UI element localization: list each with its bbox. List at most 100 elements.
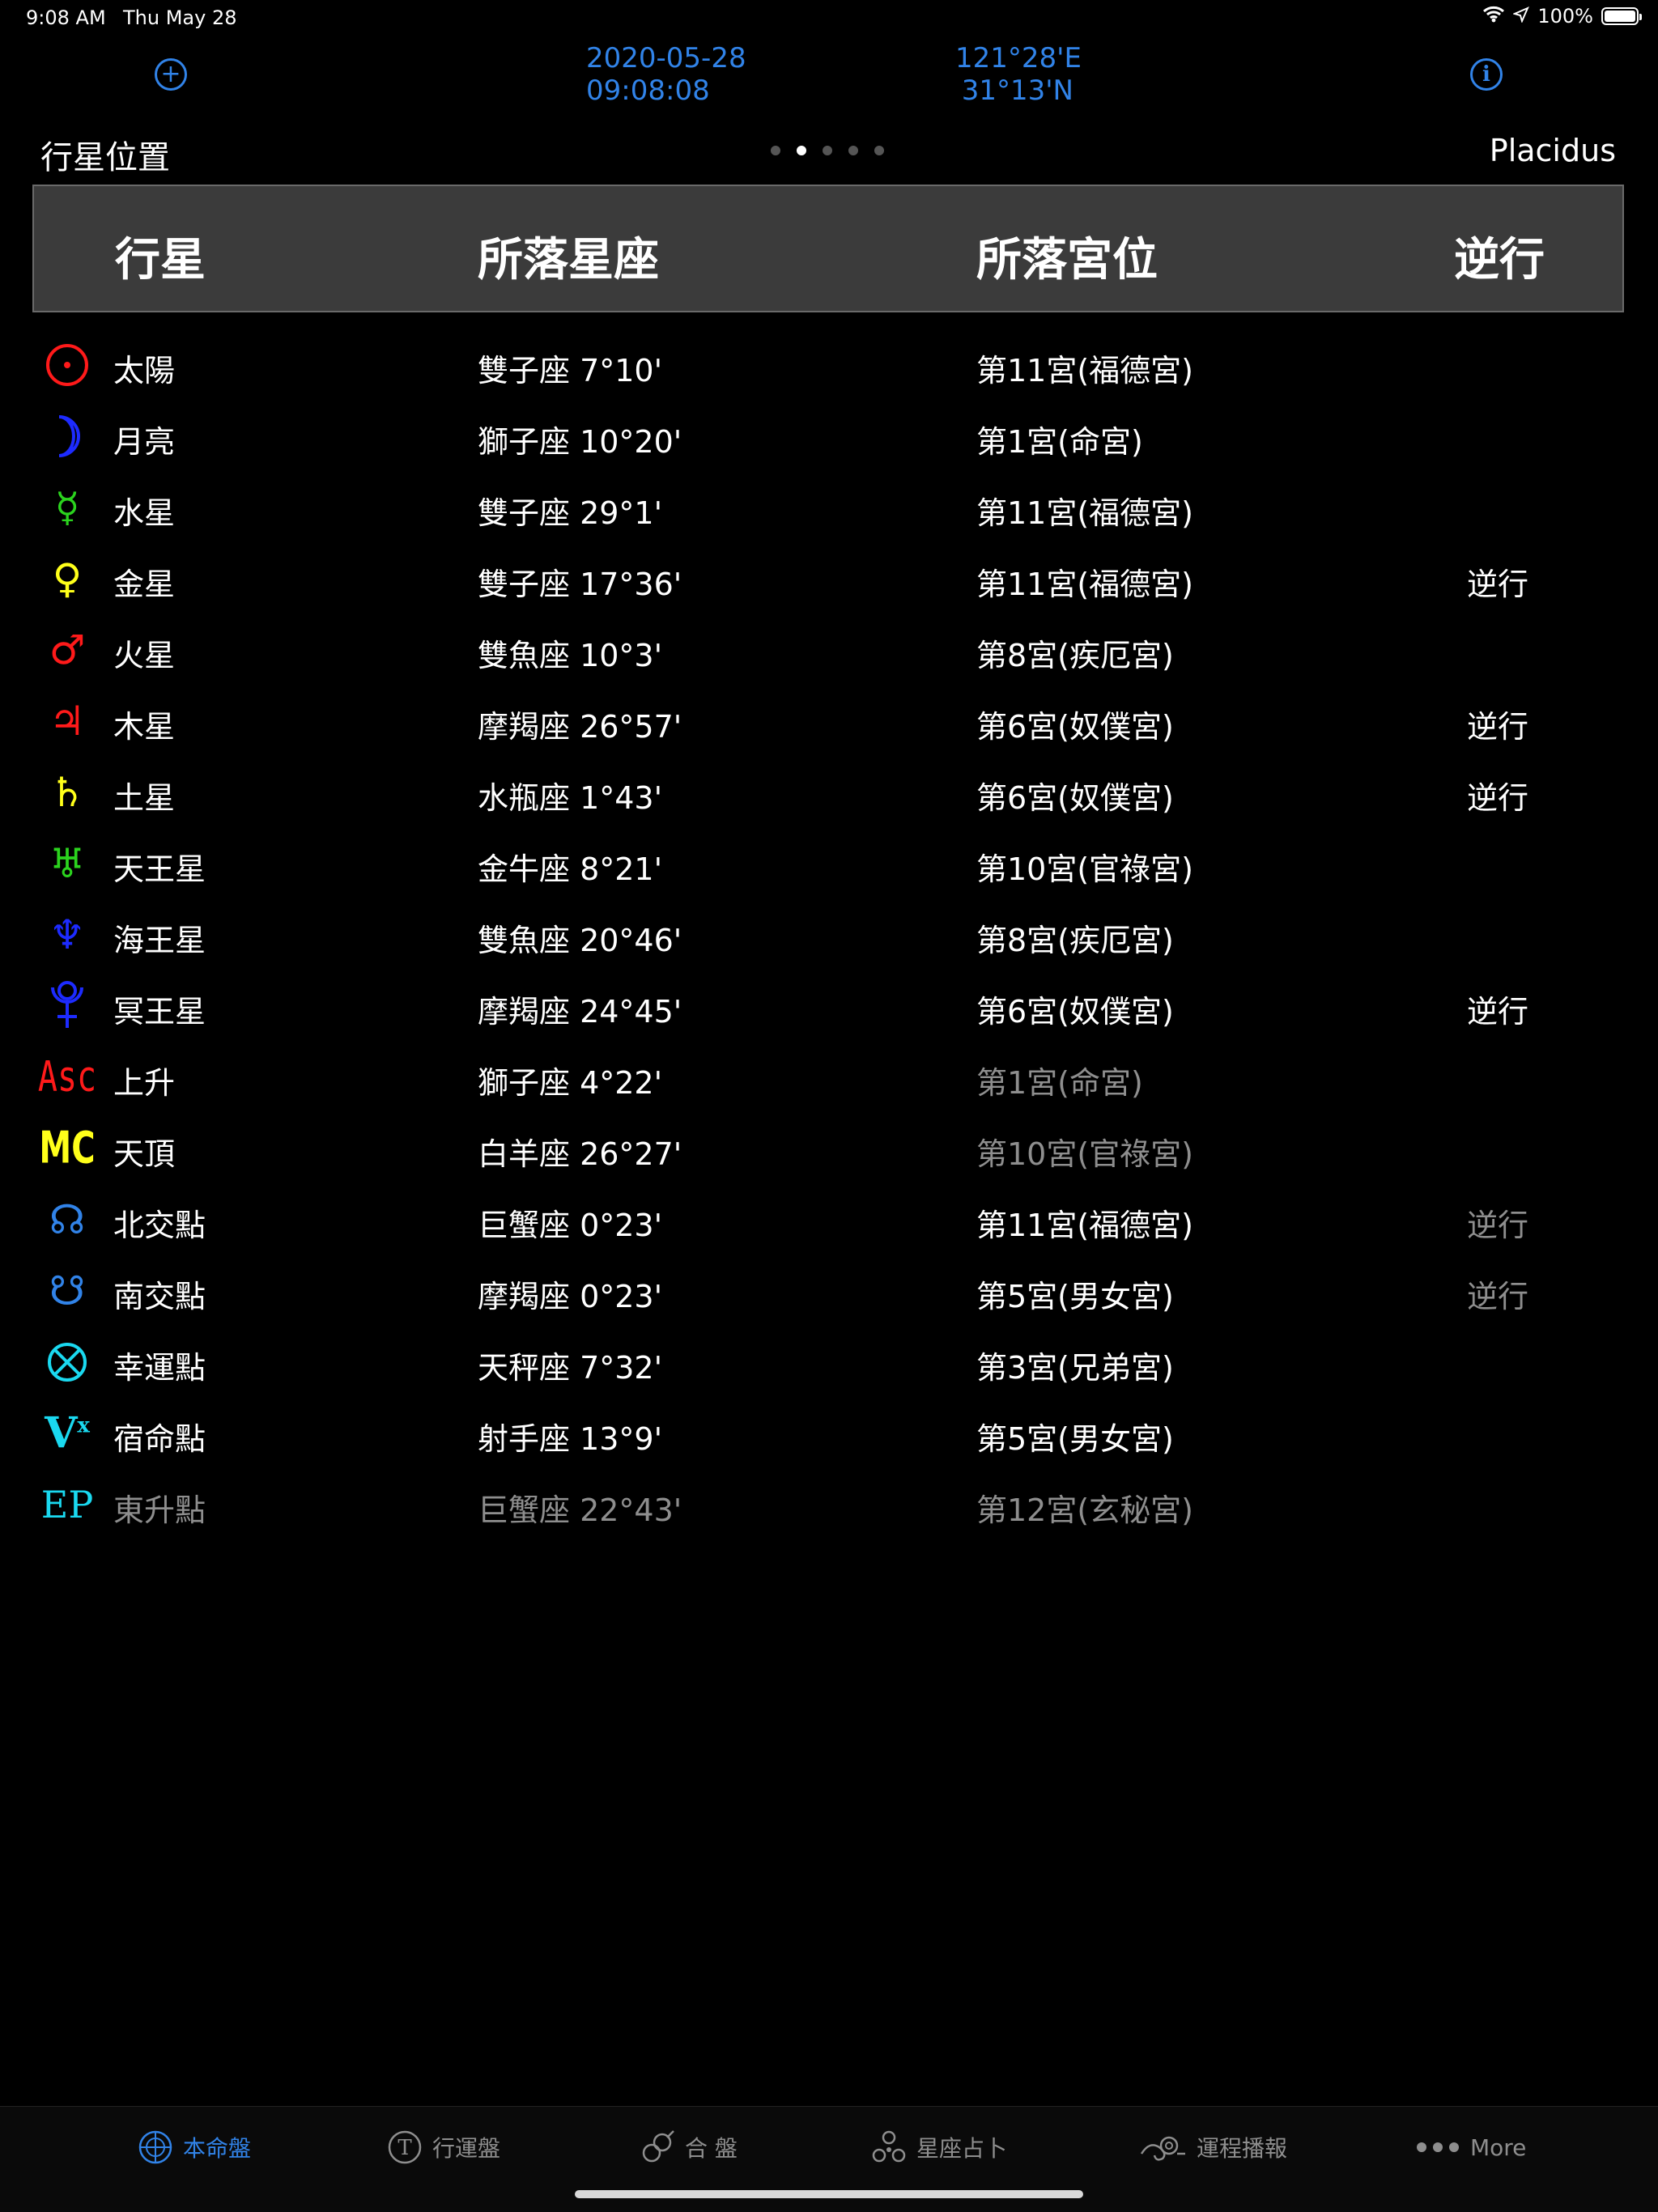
saturn-icon: ♄ bbox=[49, 769, 86, 816]
table-row[interactable]: ☿ 水星 雙子座 29°1' 第11宮(福德宮) bbox=[0, 472, 1658, 543]
tab-label: 星座占卜 bbox=[916, 2135, 1008, 2162]
planet-house: 第3宮(兄弟宮) bbox=[976, 1350, 1174, 1386]
planet-name: 冥王星 bbox=[113, 994, 206, 1030]
planet-name: 天頂 bbox=[113, 1136, 176, 1172]
planet-house: 第1宮(命宮) bbox=[976, 1065, 1143, 1101]
info-button[interactable]: i bbox=[1470, 58, 1503, 91]
tab-natal-chart[interactable]: 本命盤 bbox=[138, 2129, 251, 2165]
planet-retrograde: 逆行 bbox=[1467, 1208, 1529, 1243]
page-indicator[interactable] bbox=[771, 146, 884, 155]
page-dot[interactable] bbox=[823, 146, 832, 155]
chart-location[interactable]: 121°28'E 31°13'N bbox=[955, 42, 1082, 107]
page-dot-active[interactable] bbox=[797, 146, 806, 155]
planet-name: 海王星 bbox=[113, 923, 206, 958]
part-of-fortune-icon bbox=[39, 1327, 96, 1398]
vertex-symbol: Vx bbox=[45, 1412, 90, 1454]
add-button[interactable]: + bbox=[155, 58, 187, 91]
planet-sign: 雙子座 17°36' bbox=[478, 567, 682, 602]
table-row[interactable]: ♆ 海王星 雙魚座 20°46' 第8宮(疾厄宮) bbox=[0, 899, 1658, 970]
tab-label: 運程播報 bbox=[1197, 2135, 1288, 2162]
planet-house: 第6宮(奴僕宮) bbox=[976, 994, 1174, 1030]
planet-house: 第11宮(福德宮) bbox=[976, 567, 1194, 602]
table-row[interactable]: Vx 宿命點 射手座 13°9' 第5宮(男女宮) bbox=[0, 1398, 1658, 1469]
jupiter-icon: ♃ bbox=[49, 698, 86, 745]
table-row[interactable]: ♄ 土星 水瓶座 1°43' 第6宮(奴僕宮) 逆行 bbox=[0, 757, 1658, 828]
plus-icon: + bbox=[160, 60, 181, 88]
info-icon: i bbox=[1482, 62, 1490, 87]
planet-house: 第5宮(男女宮) bbox=[976, 1279, 1174, 1314]
table-row[interactable]: 月亮 獅子座 10°20' 第1宮(命宮) bbox=[0, 401, 1658, 472]
table-row[interactable]: MC 天頂 白羊座 26°27' 第10宮(官祿宮) bbox=[0, 1113, 1658, 1184]
planet-sign: 巨蟹座 0°23' bbox=[478, 1208, 663, 1243]
tab-fortune-report[interactable]: 運程播報 bbox=[1138, 2129, 1287, 2165]
ascendant-symbol: Asc bbox=[37, 1053, 97, 1102]
table-row[interactable]: ♅ 天王星 金牛座 8°21' 第10宮(官祿宮) bbox=[0, 828, 1658, 899]
table-row[interactable]: Asc 上升 獅子座 4°22' 第1宮(命宮) bbox=[0, 1042, 1658, 1113]
planet-house: 第10宮(官祿宮) bbox=[976, 851, 1194, 887]
chart-datetime[interactable]: 2020-05-28 09:08:08 bbox=[586, 42, 746, 107]
tab-label: 合 盤 bbox=[685, 2135, 738, 2162]
table-row[interactable]: ♃ 木星 摩羯座 26°57' 第6宮(奴僕宮) 逆行 bbox=[0, 686, 1658, 757]
chart-latitude: 31°13'N bbox=[961, 74, 1073, 107]
planet-name: 土星 bbox=[113, 780, 176, 816]
tab-label: More bbox=[1470, 2133, 1527, 2161]
page-dot[interactable] bbox=[771, 146, 780, 155]
planet-sign: 雙子座 7°10' bbox=[478, 353, 663, 388]
tab-more[interactable]: More bbox=[1415, 2129, 1526, 2165]
moon-icon bbox=[39, 401, 96, 472]
page-dot[interactable] bbox=[848, 146, 858, 155]
planet-sign: 摩羯座 26°57' bbox=[478, 709, 682, 745]
header-retrograde: 逆行 bbox=[1454, 234, 1545, 287]
status-date: Thu May 28 bbox=[123, 6, 237, 29]
planet-sign: 射手座 13°9' bbox=[478, 1421, 663, 1457]
header-house: 所落宮位 bbox=[976, 234, 1158, 287]
table-row[interactable]: ♂ 火星 雙魚座 10°3' 第8宮(疾厄宮) bbox=[0, 614, 1658, 686]
east-point-icon: EP bbox=[39, 1469, 96, 1540]
page-dot[interactable] bbox=[874, 146, 884, 155]
planet-house: 第8宮(疾厄宮) bbox=[976, 923, 1174, 958]
sun-icon bbox=[39, 329, 96, 401]
planet-house: 第11宮(福德宮) bbox=[976, 1208, 1194, 1243]
planet-sign: 獅子座 10°20' bbox=[478, 424, 682, 460]
planet-retrograde: 逆行 bbox=[1467, 709, 1529, 745]
chart-longitude: 121°28'E bbox=[955, 42, 1082, 74]
header-planet: 行星 bbox=[115, 234, 206, 287]
planet-name: 太陽 bbox=[113, 353, 176, 388]
battery-icon bbox=[1601, 7, 1642, 25]
house-system-label[interactable]: Placidus bbox=[1490, 133, 1616, 168]
planet-name: 南交點 bbox=[113, 1279, 206, 1314]
wifi-icon bbox=[1482, 5, 1505, 28]
table-row[interactable]: ♀ 金星 雙子座 17°36' 第11宮(福德宮) 逆行 bbox=[0, 543, 1658, 614]
status-indicators: 100% bbox=[1482, 5, 1642, 28]
planet-name: 宿命點 bbox=[113, 1421, 206, 1457]
table-row[interactable]: ☊ 北交點 巨蟹座 0°23' 第11宮(福德宮) 逆行 bbox=[0, 1184, 1658, 1255]
horoscope-icon bbox=[871, 2129, 907, 2165]
planet-sign: 獅子座 4°22' bbox=[478, 1065, 663, 1101]
chart-time: 09:08:08 bbox=[586, 74, 710, 107]
planet-sign: 雙魚座 10°3' bbox=[478, 638, 663, 673]
header-sign: 所落星座 bbox=[478, 234, 659, 287]
neptune-icon: ♆ bbox=[49, 911, 86, 958]
table-row[interactable]: EP 東升點 巨蟹座 22°43' 第12宮(玄秘宮) bbox=[0, 1469, 1658, 1540]
planet-sign: 金牛座 8°21' bbox=[478, 851, 663, 887]
planet-house: 第12宮(玄秘宮) bbox=[976, 1492, 1194, 1528]
table-row[interactable]: 冥王星 摩羯座 24°45' 第6宮(奴僕宮) 逆行 bbox=[0, 970, 1658, 1042]
planet-name: 北交點 bbox=[113, 1208, 206, 1243]
home-indicator[interactable] bbox=[575, 2190, 1083, 2198]
planet-retrograde: 逆行 bbox=[1467, 780, 1529, 816]
planet-house: 第6宮(奴僕宮) bbox=[976, 780, 1174, 816]
table-row[interactable]: 幸運點 天秤座 7°32' 第3宮(兄弟宮) bbox=[0, 1327, 1658, 1398]
venus-icon: ♀ bbox=[52, 555, 83, 602]
tab-transit-chart[interactable]: T 行運盤 bbox=[387, 2129, 500, 2165]
planet-sign: 雙魚座 20°46' bbox=[478, 923, 682, 958]
planet-name: 火星 bbox=[113, 638, 176, 673]
tab-horoscope[interactable]: 星座占卜 bbox=[871, 2129, 1007, 2165]
table-row[interactable]: 太陽 雙子座 7°10' 第11宮(福德宮) bbox=[0, 329, 1658, 401]
vertex-superscript: x bbox=[77, 1413, 90, 1438]
planet-retrograde: 逆行 bbox=[1467, 994, 1529, 1030]
fortune-report-icon bbox=[1138, 2129, 1187, 2165]
tab-label: 本命盤 bbox=[183, 2135, 252, 2162]
table-row[interactable]: ☋ 南交點 摩羯座 0°23' 第5宮(男女宮) 逆行 bbox=[0, 1255, 1658, 1327]
mercury-icon: ☿ bbox=[54, 484, 80, 531]
tab-synastry[interactable]: 合 盤 bbox=[640, 2129, 738, 2165]
